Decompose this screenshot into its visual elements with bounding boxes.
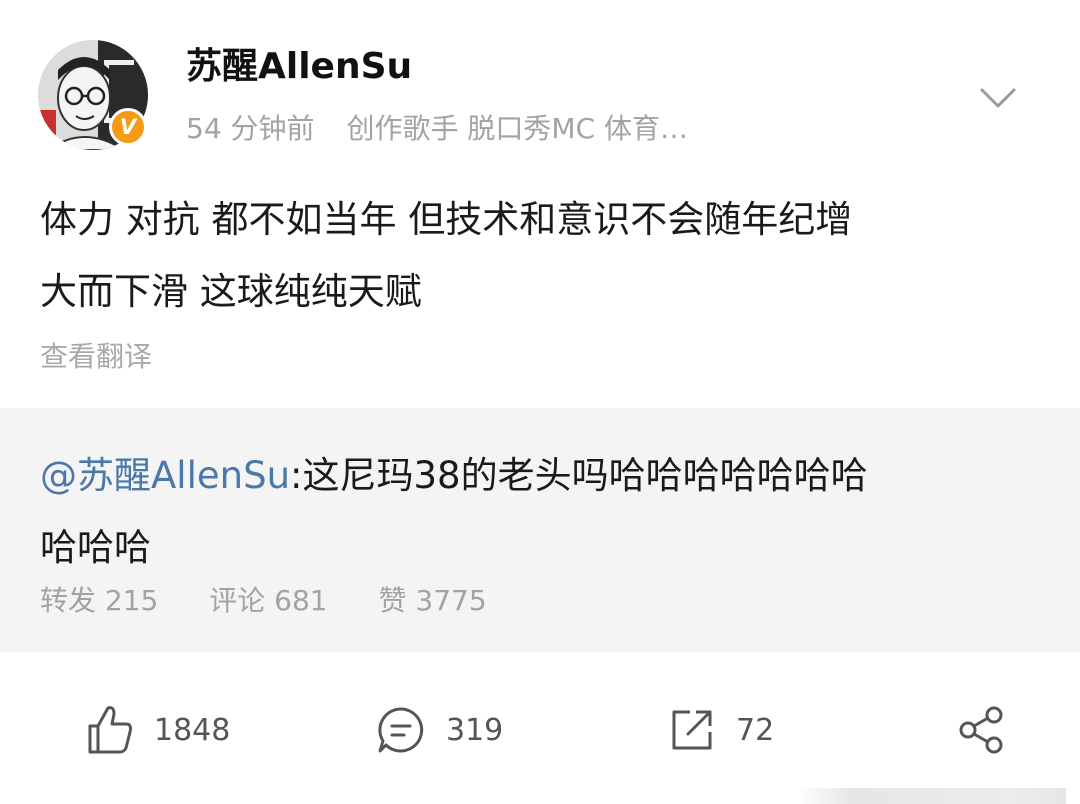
- chevron-down-icon[interactable]: [974, 80, 1022, 116]
- action-bar: 1848 319 72: [0, 690, 1080, 770]
- post-content: 体力 对抗 都不如当年 但技术和意识不会随年纪增 大而下滑 这球纯纯天赋: [40, 184, 1040, 328]
- retweet-stats: 转发 215 评论 681 赞 3775: [40, 578, 529, 624]
- comment-icon: [378, 707, 424, 753]
- username[interactable]: 苏醒AllenSu: [186, 40, 412, 94]
- retweet-text: :这尼玛38的老头吗哈哈哈哈哈哈哈: [290, 454, 868, 497]
- user-bio: 创作歌手 脱口秀MC 体育…: [346, 112, 689, 145]
- share-icon: [959, 706, 1003, 754]
- retweet-block[interactable]: @苏醒AllenSu:这尼玛38的老头吗哈哈哈哈哈哈哈 哈哈哈 转发 215 评…: [0, 408, 1080, 652]
- post-meta: 54 分钟前 创作歌手 脱口秀MC 体育…: [186, 106, 688, 152]
- share-button[interactable]: [956, 690, 1026, 770]
- repost-button[interactable]: 72: [668, 690, 774, 770]
- thumbs-up-icon: [88, 706, 132, 754]
- weibo-post: V 苏醒AllenSu 54 分钟前 创作歌手 脱口秀MC 体育… 体力 对抗 都…: [0, 0, 1080, 804]
- retweet-comment-count[interactable]: 评论 681: [209, 584, 327, 617]
- retweet-line: 哈哈哈: [40, 526, 151, 569]
- comment-count: 319: [446, 712, 504, 748]
- retweet-line: @苏醒AllenSu:这尼玛38的老头吗哈哈哈哈哈哈哈: [40, 440, 1040, 512]
- post-time: 54 分钟前: [186, 112, 315, 145]
- retweet-content: @苏醒AllenSu:这尼玛38的老头吗哈哈哈哈哈哈哈 哈哈哈: [40, 440, 1040, 584]
- post-content-line: 体力 对抗 都不如当年 但技术和意识不会随年纪增: [40, 198, 853, 241]
- comment-button[interactable]: 319: [376, 690, 503, 770]
- repost-icon: [672, 710, 712, 750]
- like-count: 1848: [154, 712, 231, 748]
- like-button[interactable]: 1848: [86, 690, 230, 770]
- translate-link[interactable]: 查看翻译: [40, 334, 152, 380]
- retweet-repost-count[interactable]: 转发 215: [40, 584, 158, 617]
- retweet-like-count[interactable]: 赞 3775: [379, 584, 487, 617]
- verified-badge: V: [109, 108, 147, 146]
- post-content-line: 大而下滑 这球纯纯天赋: [40, 270, 422, 313]
- watermark-strip: [798, 788, 1066, 804]
- mention-link[interactable]: @苏醒AllenSu: [40, 454, 290, 497]
- repost-count: 72: [736, 712, 775, 748]
